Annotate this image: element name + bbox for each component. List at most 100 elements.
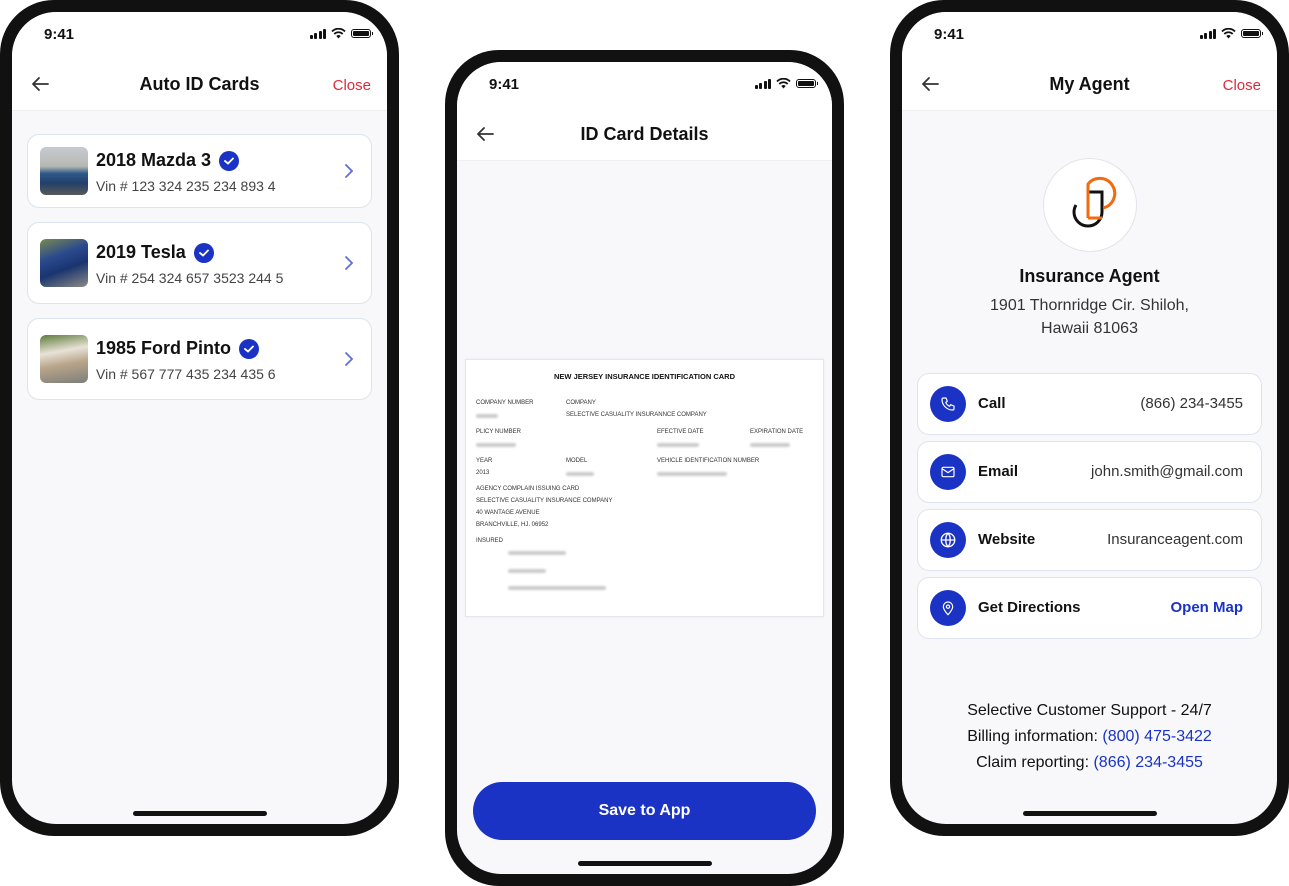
status-bar: 9:41: [902, 12, 1277, 62]
vehicle-name: 2019 Tesla: [96, 242, 186, 262]
vehicle-card[interactable]: 1985 Ford Pinto Vin # 567 777 435 234 43…: [27, 318, 372, 400]
vehicle-photo: [40, 335, 88, 383]
policy-number-label: PLICY NUMBER: [476, 429, 521, 435]
screen: 9:41 My Agent Close Insurance Agent 1901…: [902, 12, 1277, 824]
signal-icon: [309, 28, 326, 39]
mail-icon: [930, 454, 966, 490]
contact-value[interactable]: john.smith@gmail.com: [1091, 463, 1243, 480]
redacted-value: [566, 472, 594, 476]
support-heading: Selective Customer Support - 24/7: [967, 702, 1212, 719]
effective-date-label: EFECTIVE DATE: [657, 429, 704, 435]
agent-logo: [1042, 158, 1137, 252]
status-time: 9:41: [489, 76, 520, 93]
phone-auto-id-cards: 9:41 Auto ID Cards Close 2018 Mazda 3 Vi…: [0, 0, 399, 836]
home-indicator: [577, 861, 712, 866]
redacted-value: [476, 414, 498, 418]
wifi-icon: [331, 28, 346, 39]
page-title: Auto ID Cards: [139, 74, 260, 94]
map-pin-icon: [930, 590, 966, 626]
contact-label: Email: [978, 463, 1019, 480]
redacted-value: [508, 586, 606, 590]
chevron-right-icon: [345, 256, 354, 270]
vehicle-name: 1985 Ford Pinto: [96, 338, 232, 358]
agent-address: 1901 Thornridge Cir. Shiloh, Hawaii 8106…: [902, 294, 1277, 340]
close-button[interactable]: Close: [1223, 77, 1261, 94]
vehicle-vin: Vin # 123 324 235 234 893 4: [96, 178, 276, 194]
globe-icon: [930, 522, 966, 558]
contact-label: Get Directions: [978, 599, 1081, 616]
status-time: 9:41: [934, 26, 965, 43]
chevron-right-icon: [345, 352, 354, 366]
company-label: COMPANY: [566, 400, 596, 406]
nav-bar: My Agent Close: [902, 62, 1277, 111]
company-number-label: COMPANY NUMBER: [476, 400, 534, 406]
home-indicator: [1022, 811, 1157, 816]
company-value: SELECTIVE CASUALITY INSURANNCE COMPANY: [566, 412, 707, 418]
claim-label: Claim reporting:: [976, 754, 1094, 771]
battery-icon: [351, 29, 373, 38]
screen: 9:41 Auto ID Cards Close 2018 Mazda 3 Vi…: [12, 12, 387, 824]
contact-label: Website: [978, 531, 1036, 548]
vehicle-vin: Vin # 567 777 435 234 435 6: [96, 366, 276, 382]
close-button[interactable]: Close: [333, 77, 371, 94]
vehicle-vin: Vin # 254 324 657 3523 244 5: [96, 270, 284, 286]
contact-website[interactable]: Website Insuranceagent.com: [917, 509, 1262, 571]
year-label: YEAR: [476, 458, 493, 464]
insured-label: INSURED: [476, 538, 504, 544]
agency-logo-icon: [1071, 176, 1116, 228]
redacted-value: [476, 443, 516, 447]
contact-value[interactable]: (866) 234-3455: [1140, 395, 1243, 412]
nav-bar: Auto ID Cards Close: [12, 62, 387, 111]
vehicle-card[interactable]: 2018 Mazda 3 Vin # 123 324 235 234 893 4: [27, 134, 372, 208]
expiration-date-label: EXPIRATION DATE: [750, 429, 804, 435]
redacted-value: [657, 443, 699, 447]
wifi-icon: [776, 78, 791, 89]
vehicle-photo: [40, 147, 88, 195]
redacted-value: [657, 472, 727, 476]
address-line: 1901 Thornridge Cir. Shiloh,: [990, 297, 1189, 314]
contact-label: Call: [978, 395, 1006, 412]
agency-line: BRANCHVILLE, HJ. 06952: [476, 522, 549, 528]
page-title: ID Card Details: [580, 124, 709, 144]
phone-id-card-details: 9:41 ID Card Details NEW JERSEY INSURANC…: [445, 50, 844, 886]
nav-bar: ID Card Details: [457, 112, 832, 161]
model-label: MODEL: [566, 458, 588, 464]
card-heading: NEW JERSEY INSURANCE IDENTIFICATION CARD: [554, 372, 735, 381]
agent-name: Insurance Agent: [1019, 266, 1160, 286]
verified-check-icon: [193, 242, 214, 263]
vehicle-name: 2018 Mazda 3: [96, 150, 212, 170]
phone-icon: [930, 386, 966, 422]
status-time: 9:41: [44, 26, 75, 43]
phone-my-agent: 9:41 My Agent Close Insurance Agent 1901…: [890, 0, 1289, 836]
agency-label: AGENCY COMPLAIN ISSUING CARD: [476, 486, 580, 492]
vehicle-card[interactable]: 2019 Tesla Vin # 254 324 657 3523 244 5: [27, 222, 372, 304]
status-bar: 9:41: [12, 12, 387, 62]
chevron-right-icon: [345, 164, 354, 178]
save-to-app-button[interactable]: Save to App: [473, 782, 816, 840]
wifi-icon: [1221, 28, 1236, 39]
verified-check-icon: [219, 150, 240, 171]
open-map-link[interactable]: Open Map: [1170, 599, 1243, 616]
vehicle-photo: [40, 239, 88, 287]
redacted-value: [750, 443, 790, 447]
redacted-value: [508, 551, 566, 555]
agency-line: 40 WANTAGE AVENUE: [476, 510, 540, 516]
agency-line: SELECTIVE CASUALITY INSURANCE COMPANY: [476, 498, 613, 504]
billing-label: Billing information:: [967, 728, 1103, 745]
contact-value[interactable]: Insuranceagent.com: [1107, 531, 1243, 548]
page-title: My Agent: [1049, 74, 1130, 94]
signal-icon: [1199, 28, 1216, 39]
battery-icon: [1241, 29, 1263, 38]
year-value: 2013: [476, 470, 490, 476]
contact-email[interactable]: Email john.smith@gmail.com: [917, 441, 1262, 503]
customer-support: Selective Customer Support - 24/7 Billin…: [902, 698, 1277, 776]
screen: 9:41 ID Card Details NEW JERSEY INSURANC…: [457, 62, 832, 874]
vin-label: VEHICLE IDENTIFICATION NUMBER: [657, 458, 760, 464]
verified-check-icon: [239, 338, 260, 359]
claim-phone-link[interactable]: (866) 234-3455: [1093, 754, 1202, 771]
contact-call[interactable]: Call (866) 234-3455: [917, 373, 1262, 435]
address-line: Hawaii 81063: [1041, 320, 1138, 337]
contact-directions[interactable]: Get Directions Open Map: [917, 577, 1262, 639]
billing-phone-link[interactable]: (800) 475-3422: [1102, 728, 1211, 745]
insurance-id-card: NEW JERSEY INSURANCE IDENTIFICATION CARD…: [465, 359, 824, 617]
